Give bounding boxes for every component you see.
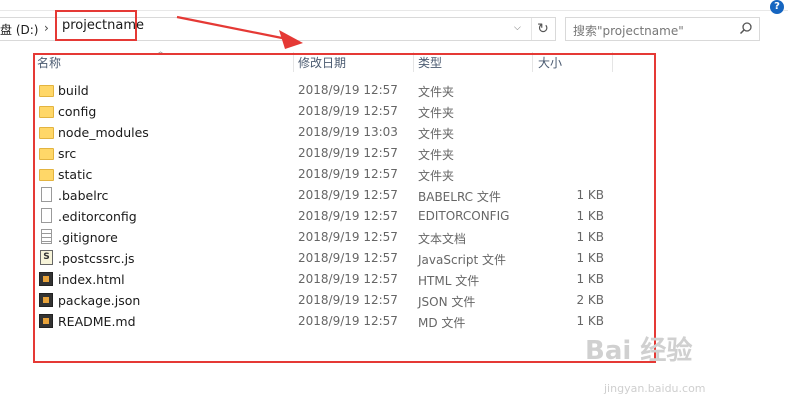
search-box[interactable]: 搜索"projectname" — [565, 17, 760, 41]
breadcrumb-separator-icon[interactable]: › — [44, 21, 49, 35]
breadcrumb-current-folder[interactable]: projectname — [55, 10, 144, 41]
annotation-highlight-box — [33, 53, 656, 363]
search-placeholder[interactable]: 搜索"projectname" — [573, 22, 684, 39]
breadcrumb-drive[interactable]: 盘 (D:) — [0, 21, 38, 38]
watermark-url: jingyan.baidu.com — [604, 382, 706, 395]
annotation-arrow-icon — [176, 15, 303, 49]
watermark-logo: Bai 经验 — [585, 336, 693, 366]
help-icon[interactable]: ? — [770, 0, 784, 14]
refresh-icon[interactable]: ↻ — [531, 18, 554, 40]
address-dropdown-icon[interactable]: ⌵ — [514, 23, 521, 33]
search-icon[interactable] — [739, 21, 753, 35]
